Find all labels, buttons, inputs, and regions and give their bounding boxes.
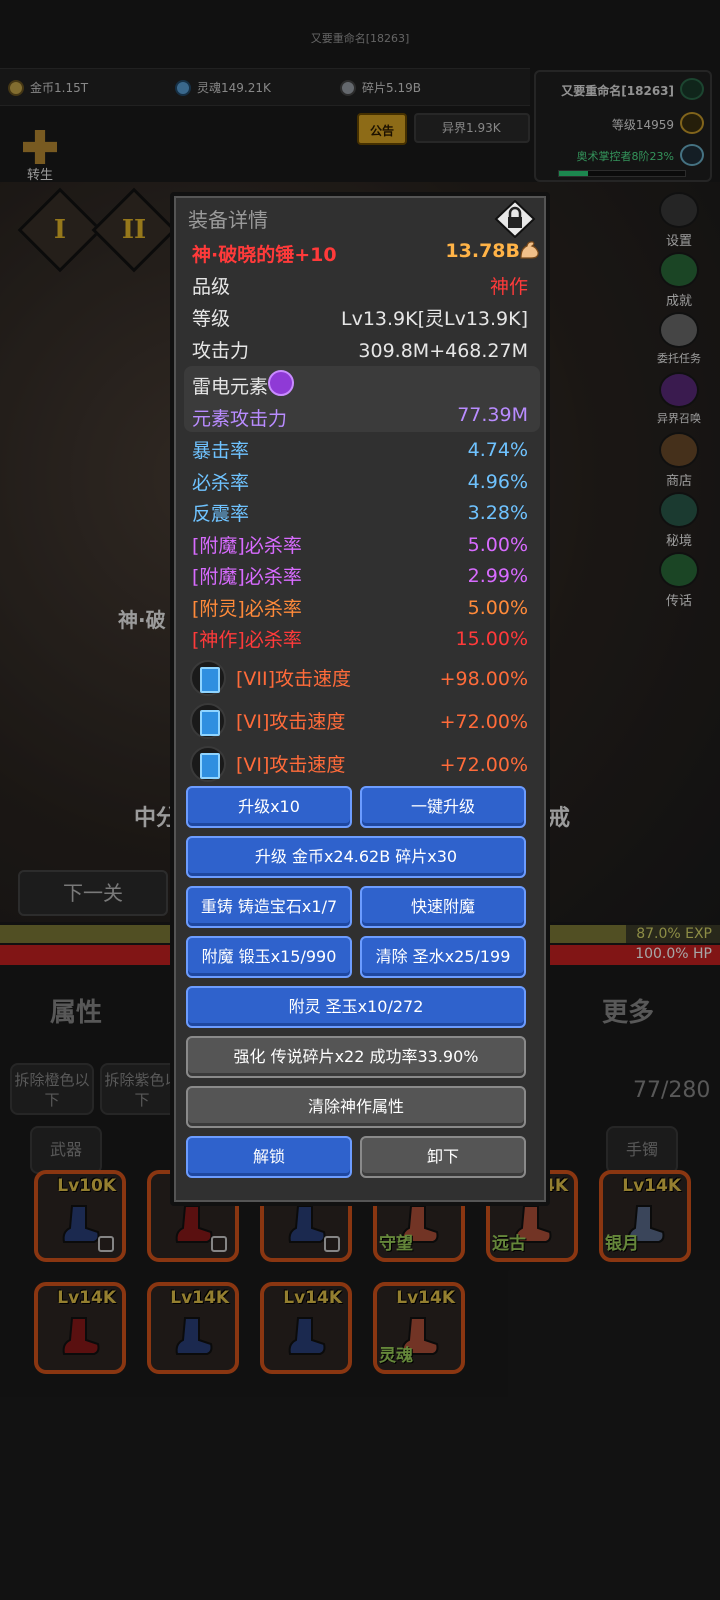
stat-label: 反震率 — [192, 503, 250, 525]
spirit-button[interactable]: 附灵 圣玉x10/272 — [186, 986, 526, 1028]
gem-icon[interactable] — [190, 660, 226, 696]
level-label: 等级 — [192, 308, 231, 330]
stat-label: [附魔]必杀率 — [192, 566, 302, 588]
upgrade-cost-button[interactable]: 升级 金币x24.62B 碎片x30 — [186, 836, 526, 878]
unequip-button[interactable]: 卸下 — [360, 1136, 526, 1178]
strengthen-button[interactable]: 强化 传说碎片x22 成功率33.90% — [186, 1036, 526, 1078]
element-label: 雷电元素 — [192, 376, 269, 398]
stat-value: 4.74% — [467, 439, 528, 461]
stat-value: 5.00% — [467, 533, 528, 556]
recast-button[interactable]: 重铸 铸造宝石x1/7 — [186, 886, 352, 928]
attack-value: 309.8M+468.27M — [358, 340, 528, 362]
stat-label: 暴击率 — [192, 440, 250, 462]
gem-value: +72.00% — [439, 711, 528, 733]
muscle-arm-icon — [520, 241, 539, 259]
gem-value: +72.00% — [439, 754, 528, 776]
item-name: 神·破晓的锤+10 — [192, 244, 337, 266]
quality-value: 神作 — [489, 276, 528, 298]
lightning-icon — [268, 370, 294, 396]
element-attack-label: 元素攻击力 — [192, 408, 288, 430]
quick-enchant-button[interactable]: 快速附魔 — [360, 886, 526, 928]
stat-label: [附灵]必杀率 — [192, 597, 302, 620]
upgrade-x10-button[interactable]: 升级x10 — [186, 786, 352, 828]
stat-label: 必杀率 — [192, 471, 250, 494]
gem-icon[interactable] — [190, 746, 226, 782]
gem-icon[interactable] — [190, 703, 226, 739]
gem-label: [VI]攻击速度 — [236, 711, 346, 733]
stat-value: 5.00% — [467, 596, 528, 619]
one-click-upgrade-button[interactable]: 一键升级 — [360, 786, 526, 828]
element-attack-value: 77.39M — [457, 404, 528, 426]
clear-divine-button[interactable]: 清除神作属性 — [186, 1086, 526, 1128]
gem-label: [VII]攻击速度 — [236, 668, 352, 690]
quality-label: 品级 — [192, 276, 231, 298]
lock-icon[interactable] — [494, 200, 536, 238]
equipment-detail-modal: 装备详情 神·破晓的锤+10 13.78B 品级 神作 等级 Lv13.9K[灵… — [170, 192, 550, 1206]
level-value: Lv13.9K[灵Lv13.9K] — [340, 308, 528, 330]
attack-label: 攻击力 — [192, 340, 250, 362]
stat-label: [神作]必杀率 — [192, 629, 302, 651]
clear-enchant-button[interactable]: 清除 圣水x25/199 — [360, 936, 526, 978]
modal-title: 装备详情 — [188, 208, 268, 232]
gem-label: [VI]攻击速度 — [236, 754, 346, 776]
stat-value: 15.00% — [455, 628, 528, 650]
stat-label: [附魔]必杀率 — [192, 534, 302, 557]
item-power: 13.78B — [445, 240, 520, 262]
gem-value: +98.00% — [439, 668, 528, 690]
enchant-button[interactable]: 附魔 锻玉x15/990 — [186, 936, 352, 978]
stat-value: 3.28% — [467, 502, 528, 524]
unlock-button[interactable]: 解锁 — [186, 1136, 352, 1178]
stat-value: 2.99% — [467, 565, 528, 587]
stat-value: 4.96% — [467, 470, 528, 493]
